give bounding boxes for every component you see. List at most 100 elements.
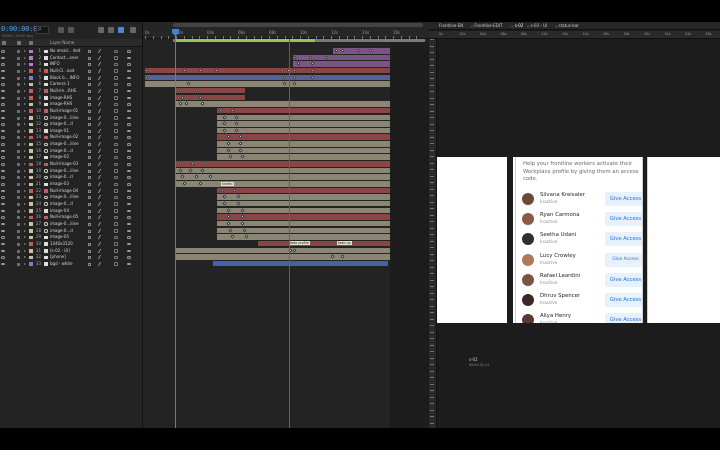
layer-name[interactable]: bgd - white — [50, 261, 84, 268]
parent-pickwhip-icon[interactable] — [114, 69, 118, 73]
motion-blur-switch-icon[interactable] — [127, 76, 131, 80]
label-color-swatch[interactable] — [29, 169, 33, 173]
visibility-eye-icon[interactable] — [1, 196, 5, 199]
layer-row[interactable]: 8 image-RHS — [0, 95, 142, 102]
shy-switch-icon[interactable] — [88, 209, 91, 213]
layer-row[interactable]: 4 Null-Cl...ead — [0, 68, 142, 75]
give-access-button[interactable]: Give Access — [605, 212, 642, 227]
layer-duration-bar[interactable] — [175, 87, 245, 94]
visibility-eye-icon[interactable] — [1, 236, 5, 239]
layer-row[interactable]: 18 Null-image-03 — [0, 161, 142, 168]
visibility-eye-icon[interactable] — [1, 256, 5, 259]
quality-switch-icon[interactable] — [97, 261, 105, 266]
label-color-swatch[interactable] — [29, 155, 33, 160]
shy-switch-icon[interactable] — [88, 123, 91, 127]
layer-row[interactable]: 25 image-04 — [0, 208, 142, 215]
give-access-button[interactable]: Give Access — [605, 293, 642, 307]
label-color-swatch[interactable] — [29, 109, 33, 113]
visibility-eye-icon[interactable] — [1, 209, 5, 213]
shy-switch-icon[interactable] — [88, 96, 91, 100]
label-color-swatch[interactable] — [29, 189, 33, 193]
frame-blending-icon[interactable] — [108, 27, 114, 33]
lock-icon[interactable] — [17, 83, 20, 87]
visibility-eye-icon[interactable] — [1, 143, 5, 146]
shy-switch-icon[interactable] — [88, 183, 91, 186]
lock-icon[interactable] — [17, 50, 20, 53]
label-color-swatch[interactable] — [29, 96, 33, 100]
quality-switch-icon[interactable] — [97, 208, 105, 213]
layer-duration-bar[interactable] — [217, 107, 403, 114]
shy-switch-icon[interactable] — [88, 56, 91, 60]
layer-row[interactable]: 7 Null-im...RHS — [0, 88, 142, 95]
label-color-swatch[interactable] — [29, 195, 33, 200]
layer-row[interactable]: 29 image-05 — [0, 234, 142, 241]
time-navigator-handle[interactable] — [173, 23, 423, 27]
label-color-swatch[interactable] — [29, 129, 33, 133]
expand-triangle-icon[interactable] — [24, 156, 26, 159]
layer-row[interactable]: 9 image-RHS — [0, 101, 142, 108]
motion-blur-switch-icon[interactable] — [127, 209, 131, 213]
layer-name[interactable]: Null-Cl...ead — [50, 68, 84, 75]
layer-row[interactable]: 20 image-0...d — [0, 174, 142, 181]
lock-icon[interactable] — [17, 262, 20, 266]
motion-blur-switch-icon[interactable] — [127, 183, 131, 186]
motion-blur-switch-icon[interactable] — [127, 96, 131, 100]
layer-duration-bar[interactable] — [217, 214, 403, 220]
shy-switch-icon[interactable] — [88, 189, 91, 193]
visibility-eye-icon[interactable] — [1, 222, 5, 226]
label-color-swatch[interactable] — [29, 49, 33, 53]
layer-name[interactable]: No email... ded — [50, 48, 84, 55]
viewer-tab[interactable]: s-02 — [515, 23, 524, 28]
layer-duration-bar[interactable] — [175, 94, 245, 101]
layer-row[interactable]: 6 Camera 1 — [0, 81, 142, 88]
layer-row[interactable]: 12 image-0...d — [0, 121, 142, 128]
label-color-swatch[interactable] — [29, 89, 33, 93]
parent-pickwhip-icon[interactable] — [114, 62, 118, 67]
motion-blur-switch-icon[interactable] — [127, 216, 131, 219]
visibility-eye-icon[interactable] — [1, 149, 5, 153]
layer-name[interactable]: image-0...iline — [50, 168, 84, 175]
quality-switch-icon[interactable] — [97, 122, 105, 127]
label-color-swatch[interactable] — [29, 249, 33, 253]
shy-switch-icon[interactable] — [88, 249, 91, 253]
expand-triangle-icon[interactable] — [24, 176, 26, 179]
lock-icon[interactable] — [17, 96, 20, 100]
parent-pickwhip-icon[interactable] — [114, 175, 118, 180]
shy-switch-icon[interactable] — [88, 222, 91, 226]
expand-triangle-icon[interactable] — [24, 76, 26, 79]
motion-blur-switch-icon[interactable] — [127, 103, 131, 106]
layer-row[interactable]: 13 image-01 — [0, 128, 142, 135]
layer-name[interactable]: Null-image-05 — [50, 214, 84, 221]
layer-row[interactable]: 26 Null-image-05 — [0, 214, 142, 221]
lock-icon[interactable] — [17, 202, 20, 206]
visibility-eye-icon[interactable] — [1, 69, 5, 73]
shy-switch-icon[interactable] — [88, 196, 91, 200]
parent-pickwhip-icon[interactable] — [114, 195, 118, 200]
layer-row[interactable]: 23 image-0...iline — [0, 194, 142, 201]
shy-switch-icon[interactable] — [88, 143, 91, 147]
visibility-eye-icon[interactable] — [1, 136, 5, 139]
motion-blur-switch-icon[interactable] — [127, 242, 131, 246]
visibility-eye-icon[interactable] — [1, 76, 5, 80]
visibility-eye-icon[interactable] — [1, 129, 5, 133]
quality-switch-icon[interactable] — [97, 55, 105, 60]
motion-blur-switch-icon[interactable] — [127, 136, 131, 139]
motion-blur-switch-icon[interactable] — [127, 176, 131, 179]
quality-switch-icon[interactable] — [97, 115, 105, 120]
motion-blur-switch-icon[interactable] — [127, 236, 131, 239]
lock-icon[interactable] — [17, 143, 20, 147]
label-color-swatch[interactable] — [29, 149, 33, 153]
quality-switch-icon[interactable] — [97, 215, 105, 220]
quality-switch-icon[interactable] — [97, 195, 105, 200]
shy-switch-icon[interactable] — [88, 50, 91, 53]
layer-name[interactable]: image-0...iline — [50, 141, 84, 148]
quality-switch-icon[interactable] — [97, 248, 105, 253]
expand-triangle-icon[interactable] — [24, 163, 26, 166]
layer-name[interactable]: [phone] — [50, 254, 84, 261]
layer-marker-comment[interactable]: fade up — [337, 241, 352, 246]
parent-pickwhip-icon[interactable] — [114, 235, 118, 240]
visibility-eye-icon[interactable] — [1, 96, 5, 100]
motion-blur-switch-icon[interactable] — [127, 83, 131, 86]
motion-blur-switch-icon[interactable] — [127, 169, 131, 173]
parent-pickwhip-icon[interactable] — [114, 202, 118, 206]
